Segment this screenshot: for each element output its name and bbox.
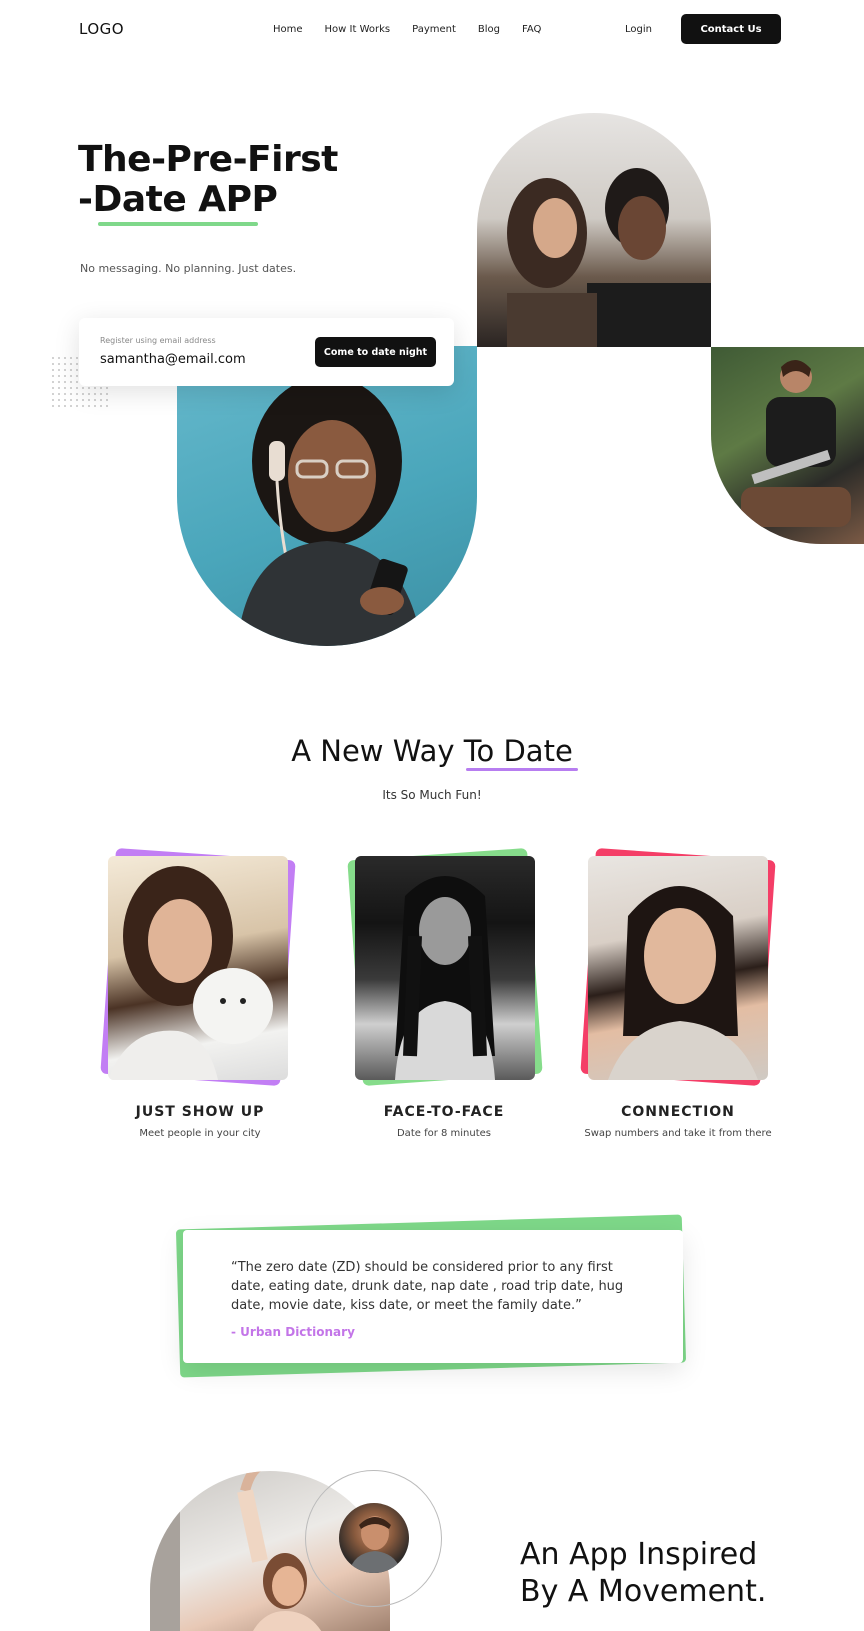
section-subtitle: Its So Much Fun! xyxy=(382,788,482,802)
card-title-3: CONNECTION xyxy=(621,1104,735,1120)
movement-title-line2: By A Movement. xyxy=(520,1574,767,1609)
hero-title-line2-wrap: -Date APP xyxy=(78,179,338,226)
user-avatar-art xyxy=(349,1516,401,1573)
date-night-button[interactable]: Come to date night xyxy=(315,337,436,367)
feature-card-face-to-face xyxy=(345,847,545,1088)
card-photo-woman-smiling xyxy=(588,856,768,1080)
card-photo-man-long-hair xyxy=(355,856,535,1080)
quote-card: “The zero date (ZD) should be considered… xyxy=(183,1230,683,1363)
card-title-2: FACE-TO-FACE xyxy=(383,1104,505,1120)
woman-headphones-photo-art xyxy=(237,376,422,646)
hero-title-line2: -Date APP xyxy=(78,179,278,220)
man-laptop-photo-art xyxy=(741,359,851,527)
card-title-1: JUST SHOW UP xyxy=(135,1104,265,1120)
nav-link-how-it-works[interactable]: How It Works xyxy=(325,24,391,35)
contact-us-button[interactable]: Contact Us xyxy=(681,14,781,44)
man-laptop-photo xyxy=(711,347,864,544)
register-label: Register using email address xyxy=(100,336,216,345)
title-underline xyxy=(98,222,258,226)
section-title-part1: A New Way xyxy=(291,734,455,768)
user-avatar xyxy=(339,1503,409,1573)
couple-photo xyxy=(477,113,711,347)
movement-title-line1: An App Inspired xyxy=(520,1537,758,1572)
card-desc-1: Meet people in your city xyxy=(139,1128,261,1139)
card-desc-2: Date for 8 minutes xyxy=(396,1128,492,1139)
logo[interactable]: LOGO xyxy=(79,20,124,38)
hero-title: The-Pre-First -Date APP xyxy=(78,139,338,226)
section-title: A New Way To Date xyxy=(0,734,864,771)
section-title-underline xyxy=(465,768,578,771)
card-photo-woman-smiling-art xyxy=(608,886,758,1080)
woman-headphones-photo xyxy=(177,346,477,646)
login-link[interactable]: Login xyxy=(625,24,652,35)
section-title-underlined: To Date xyxy=(463,734,578,771)
hero-title-line1: The-Pre-First xyxy=(78,139,338,180)
hero-subtitle: No messaging. No planning. Just dates. xyxy=(80,262,297,275)
movement-title: An App Inspired By A Movement. xyxy=(520,1536,766,1610)
nav-link-faq[interactable]: FAQ xyxy=(522,24,541,35)
top-nav: LOGO Home How It Works Payment Blog FAQ … xyxy=(0,0,864,60)
quote-source[interactable]: - Urban Dictionary xyxy=(231,1325,355,1339)
feature-card-just-show-up xyxy=(98,847,298,1088)
nav-link-payment[interactable]: Payment xyxy=(412,24,456,35)
section-title-part2: To Date xyxy=(463,734,573,768)
card-photo-woman-dog xyxy=(108,856,288,1080)
quote-text: “The zero date (ZD) should be considered… xyxy=(231,1260,624,1313)
register-card: Register using email address samantha@em… xyxy=(79,318,454,386)
nav-link-blog[interactable]: Blog xyxy=(478,24,500,35)
card-photo-woman-dog-art xyxy=(108,866,273,1080)
card-photo-man-long-hair-art xyxy=(395,876,495,1080)
email-input[interactable]: samantha@email.com xyxy=(100,352,246,367)
nav-links: Home How It Works Payment Blog FAQ xyxy=(273,24,541,35)
nav-link-home[interactable]: Home xyxy=(273,24,303,35)
couple-photo-art xyxy=(507,168,711,347)
feature-card-connection xyxy=(578,847,778,1088)
card-desc-3: Swap numbers and take it from there xyxy=(584,1128,772,1139)
